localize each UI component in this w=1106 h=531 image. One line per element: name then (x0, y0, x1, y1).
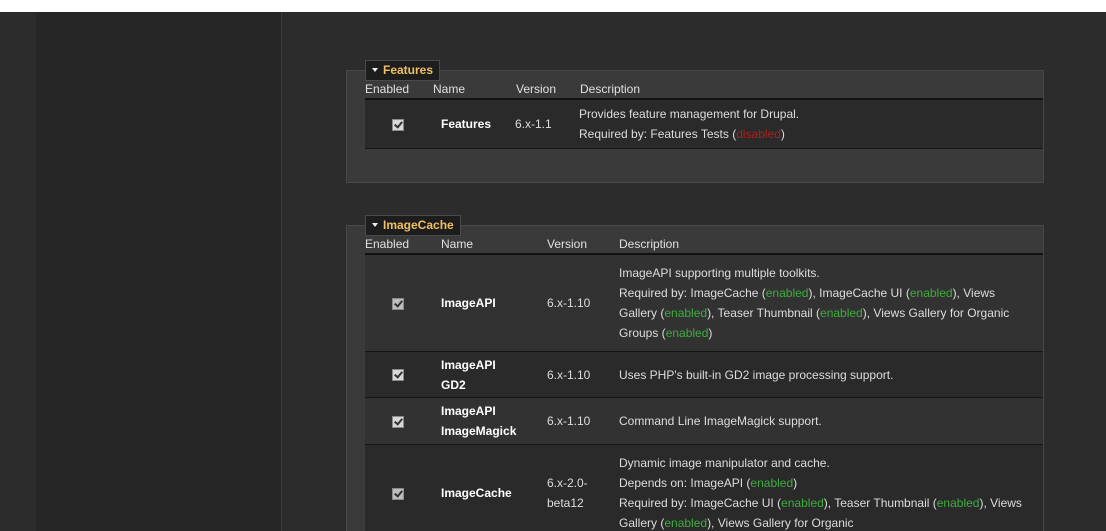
separator: ), (707, 306, 718, 320)
fieldset-features-legend[interactable]: Features (365, 60, 441, 81)
status-enabled: enabled (781, 496, 824, 510)
table-row: ImageAPI 6.x-1.10 ImageAPI supporting mu… (365, 254, 1043, 352)
required-module: Teaser Thumbnail ( (717, 306, 821, 320)
table-row: ImageAPI GD2 6.x-1.10 Uses PHP's built-in… (365, 351, 1043, 398)
header-version: Version (541, 236, 613, 255)
required-module: Teaser Thumbnail ( (834, 496, 937, 510)
left-sidebar (36, 12, 282, 531)
imagecache-module-table: Enabled Name Version Description ImageAP… (365, 236, 1043, 531)
status-enabled: enabled (936, 496, 980, 510)
separator: ), (823, 496, 835, 510)
module-description: Uses PHP's built-in GD2 image processing… (613, 351, 1043, 398)
module-name: ImageAPI (431, 254, 541, 352)
module-version: 6.x-1.1 (514, 99, 578, 149)
module-description: Provides feature management for Drupal. … (578, 99, 1043, 149)
enabled-cell (365, 444, 431, 531)
paren-close: ) (780, 127, 785, 141)
paren-close: ) (793, 476, 798, 490)
collapse-arrow-icon (372, 68, 378, 72)
required-by-line: Required by: Features Tests (disabled) (579, 124, 1042, 144)
header-enabled: Enabled (365, 236, 431, 255)
required-by-line: Required by: ImageCache (enabled), Image… (619, 283, 1035, 343)
module-version-line2: beta12 (547, 496, 584, 510)
module-name-line1: ImageAPI (441, 357, 496, 372)
enabled-cell (365, 254, 431, 352)
enabled-cell (365, 397, 431, 445)
status-enabled: enabled (820, 306, 863, 320)
depends-on-label: Depends on: ImageAPI ( (619, 476, 751, 490)
page-frame: Features Enabled Name Version Descriptio… (0, 12, 1106, 531)
status-enabled: enabled (750, 476, 794, 490)
module-version: 6.x-2.0- beta12 (541, 444, 613, 531)
table-row: ImageCache 6.x-2.0- beta12 Dynamic image … (365, 444, 1043, 531)
required-module: ImageCache ( (690, 286, 766, 300)
required-module: Views Gallery for Organic (717, 516, 854, 530)
status-enabled: enabled (909, 286, 953, 300)
depends-on-line: Depends on: ImageAPI (enabled) (619, 473, 1035, 493)
module-name-line1: ImageAPI (441, 404, 496, 418)
header-enabled: Enabled (365, 81, 431, 100)
status-enabled: enabled (765, 286, 809, 300)
collapse-arrow-icon (372, 223, 378, 227)
features-enabled-checkbox[interactable] (391, 118, 404, 131)
table-row: Features 6.x-1.1 Provides feature manage… (365, 99, 1043, 149)
fieldset-imagecache: ImageCache Enabled Name Version Descript… (346, 215, 1044, 531)
table-header-row: Enabled Name Version Description (365, 236, 1043, 255)
enabled-cell (365, 99, 431, 149)
description-text: Provides feature management for Drupal. (579, 107, 800, 121)
module-version: 6.x-1.10 (541, 254, 613, 352)
status-enabled: enabled (664, 306, 708, 320)
imagecache-enabled-checkbox[interactable] (391, 487, 404, 500)
header-description: Description (578, 81, 1043, 100)
required-by-line: Required by: ImageCache UI (enabled), Te… (619, 493, 1035, 531)
module-name: ImageCache (431, 444, 541, 531)
fieldset-features: Features Enabled Name Version Descriptio… (346, 60, 1044, 183)
features-module-table: Enabled Name Version Description Feature… (365, 81, 1043, 149)
header-name: Name (431, 236, 541, 255)
module-name-line2: GD2 (441, 377, 466, 392)
fieldset-imagecache-legend[interactable]: ImageCache (365, 215, 461, 236)
description-text: Dynamic image manipulator and cache. (619, 456, 830, 470)
required-module: ImageCache UI ( (819, 286, 910, 300)
module-version: 6.x-1.10 (541, 351, 613, 398)
table-header-row: Enabled Name Version Description (365, 81, 1043, 100)
separator: ) (708, 326, 713, 340)
required-by-label: Required by: (619, 496, 691, 510)
separator: ), (707, 516, 718, 530)
separator: ), (862, 306, 874, 320)
status-enabled: enabled (665, 326, 709, 340)
enabled-cell (365, 351, 431, 398)
module-name-line2: ImageMagick (441, 424, 517, 438)
module-description: Command Line ImageMagick support. (613, 397, 1043, 445)
module-version: 6.x-1.10 (541, 397, 613, 445)
imageapi-imagemagick-enabled-checkbox[interactable] (391, 415, 404, 428)
module-name: ImageAPI ImageMagick (431, 397, 541, 445)
fieldset-imagecache-title: ImageCache (383, 218, 454, 232)
required-by-label: Required by: Features Tests ( (579, 127, 737, 141)
required-by-label: Required by: (619, 286, 691, 300)
required-module: ImageCache UI ( (690, 496, 782, 510)
header-description: Description (613, 236, 1043, 255)
module-name: ImageAPI GD2 (431, 351, 541, 398)
imageapi-gd2-enabled-checkbox[interactable] (391, 369, 404, 382)
status-enabled: enabled (664, 516, 708, 530)
description-text: ImageAPI supporting multiple toolkits. (619, 266, 820, 280)
fieldset-features-title: Features (383, 63, 434, 77)
status-disabled: disabled (736, 127, 781, 141)
module-version-line1: 6.x-2.0- (547, 476, 588, 490)
separator: ), (952, 286, 964, 300)
module-description: ImageAPI supporting multiple toolkits. R… (613, 254, 1043, 352)
header-name: Name (431, 81, 514, 100)
imageapi-enabled-checkbox[interactable] (391, 297, 404, 310)
table-row: ImageAPI ImageMagick 6.x-1.10 Command Lin… (365, 397, 1043, 445)
separator: ), (979, 496, 991, 510)
header-version: Version (514, 81, 578, 100)
main-content: Features Enabled Name Version Descriptio… (282, 12, 1106, 531)
module-description: Dynamic image manipulator and cache. Dep… (613, 444, 1043, 531)
module-name: Features (431, 99, 514, 149)
separator: ), (808, 286, 820, 300)
